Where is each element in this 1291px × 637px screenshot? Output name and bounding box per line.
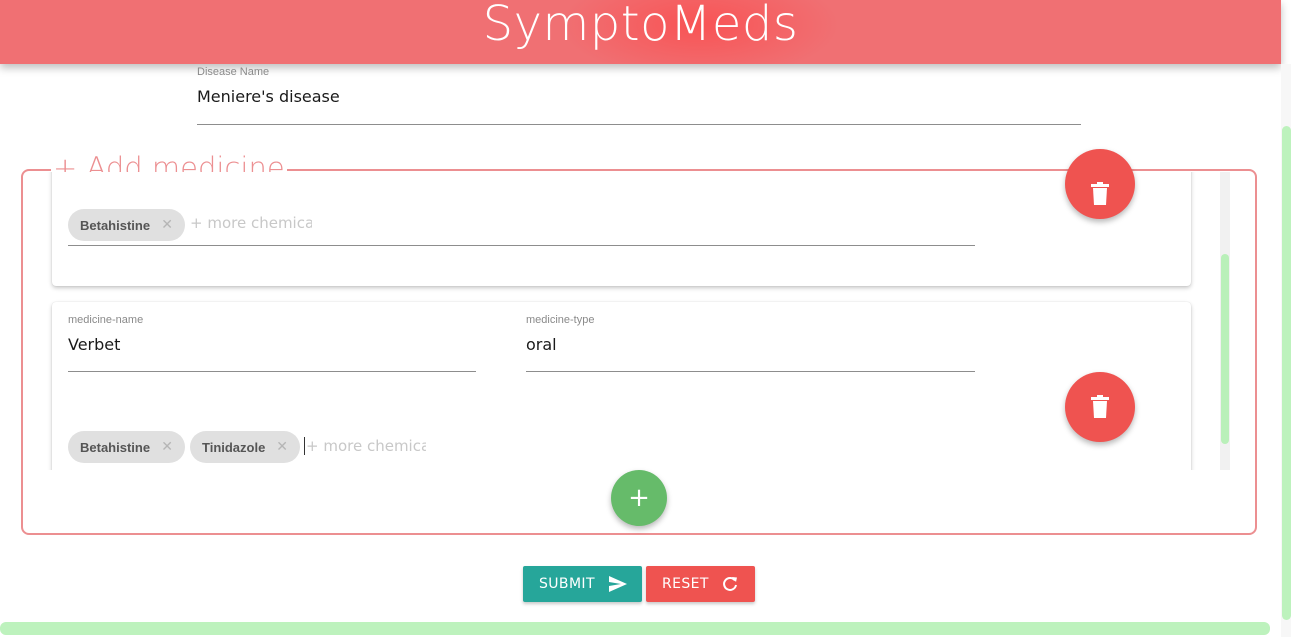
trash-icon bbox=[1091, 182, 1109, 205]
chemical-chip[interactable]: Tinidazole ✕ bbox=[190, 431, 300, 463]
app-title: SymptoMeds bbox=[482, 0, 799, 52]
medicine-name-field[interactable]: medicine-name Verbet bbox=[68, 314, 476, 372]
delete-medicine-button[interactable] bbox=[1065, 372, 1135, 442]
chemical-chip-input[interactable]: + more chemicals bbox=[304, 437, 426, 455]
refresh-icon bbox=[723, 576, 737, 591]
medicine-card: Betahistine ✕ + more chemicals bbox=[52, 172, 1191, 286]
medicine-name-label: medicine-name bbox=[68, 314, 144, 326]
chips-underline bbox=[68, 245, 975, 246]
trash-icon bbox=[1091, 395, 1109, 418]
disease-name-label: Disease Name bbox=[197, 66, 270, 78]
close-icon[interactable]: ✕ bbox=[161, 438, 173, 455]
medicine-name-underline bbox=[68, 371, 476, 372]
disease-name-underline bbox=[197, 124, 1081, 125]
chip-input-placeholder: + more chemicals bbox=[306, 437, 426, 455]
page-vertical-scrollbar-thumb[interactable] bbox=[1282, 126, 1291, 620]
disease-name-input[interactable]: Meniere's disease bbox=[197, 87, 1081, 106]
medicine-list[interactable]: Betahistine ✕ + more chemicals medicine-… bbox=[40, 172, 1230, 470]
chip-label: Tinidazole bbox=[202, 439, 266, 455]
delete-medicine-button[interactable] bbox=[1065, 149, 1135, 219]
chemical-chip[interactable]: Betahistine ✕ bbox=[68, 209, 185, 241]
close-icon[interactable]: ✕ bbox=[276, 438, 288, 455]
page-horizontal-scrollbar-thumb[interactable] bbox=[0, 622, 1270, 635]
medicine-card: medicine-name Verbet medicine-type oral … bbox=[52, 302, 1191, 470]
reset-button[interactable]: RESET bbox=[646, 566, 755, 602]
medicine-list-scrollbar-thumb[interactable] bbox=[1221, 254, 1229, 444]
medicine-type-input[interactable]: oral bbox=[526, 335, 975, 354]
chip-label: Betahistine bbox=[80, 439, 151, 455]
submit-button[interactable]: SUBMIT bbox=[523, 566, 642, 602]
app-header: SymptoMeds bbox=[0, 0, 1281, 64]
chemical-chip-input[interactable]: + more chemicals bbox=[190, 214, 312, 232]
medicine-type-underline bbox=[526, 371, 975, 372]
close-icon[interactable]: ✕ bbox=[161, 216, 173, 233]
chip-label: Betahistine bbox=[80, 217, 151, 233]
chemical-chip[interactable]: Betahistine ✕ bbox=[68, 431, 185, 463]
chip-input-placeholder: + more chemicals bbox=[190, 214, 312, 232]
plus-icon: + bbox=[628, 483, 650, 513]
medicine-type-label: medicine-type bbox=[526, 314, 595, 326]
reset-label: RESET bbox=[662, 576, 709, 592]
send-icon bbox=[609, 576, 627, 592]
medicine-name-input[interactable]: Verbet bbox=[68, 335, 476, 354]
add-medicine-button[interactable]: + bbox=[611, 470, 667, 526]
disease-name-field[interactable]: Disease Name Meniere's disease bbox=[197, 66, 1081, 126]
submit-label: SUBMIT bbox=[539, 576, 595, 592]
medicine-type-field[interactable]: medicine-type oral bbox=[526, 314, 975, 372]
